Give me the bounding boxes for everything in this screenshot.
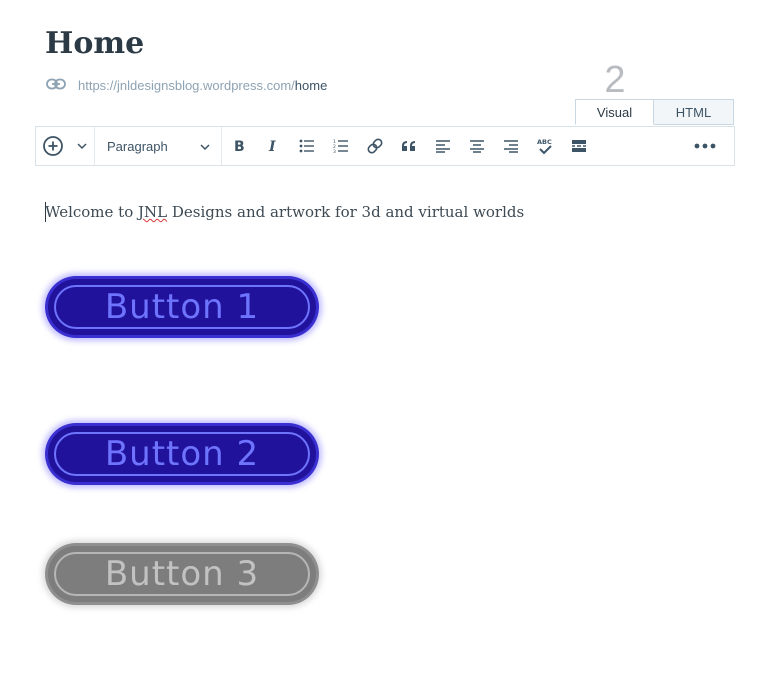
format-select[interactable]: Paragraph — [95, 127, 221, 165]
spellcheck-icon[interactable]: ABC — [528, 127, 562, 165]
format-select-value: Paragraph — [107, 138, 168, 154]
link-icon[interactable] — [358, 127, 392, 165]
editor-paragraph[interactable]: Welcome to JNL Designs and artwork for 3… — [45, 200, 524, 224]
numbered-list-icon[interactable]: 1 2 3 — [324, 127, 358, 165]
permalink-base[interactable]: https://jnldesignsblog.wordpress.com/ — [78, 78, 295, 93]
more-icon[interactable] — [676, 127, 734, 165]
image-label: Button 3 — [104, 554, 260, 594]
post-title[interactable]: Home — [45, 24, 144, 64]
image-label: Button 1 — [104, 287, 260, 327]
align-right-icon[interactable] — [494, 127, 528, 165]
editor-mode-tabs: Visual HTML — [575, 99, 734, 125]
italic-icon[interactable]: I — [256, 127, 290, 165]
svg-text:3: 3 — [333, 149, 336, 153]
tab-html[interactable]: HTML — [654, 99, 734, 125]
svg-text:B: B — [234, 139, 245, 153]
tab-visual[interactable]: Visual — [575, 99, 654, 125]
permalink[interactable]: https://jnldesignsblog.wordpress.com/hom… — [46, 74, 327, 96]
link-icon — [46, 77, 68, 93]
read-more-icon[interactable] — [562, 127, 596, 165]
editor-toolbar: Paragraph B I 1 2 3 ABC — [35, 126, 735, 166]
paragraph-text: Welcome to — [45, 203, 138, 221]
chevron-down-icon — [199, 139, 211, 154]
word-count: 2 — [604, 59, 626, 101]
svg-text:I: I — [268, 139, 276, 153]
svg-text:ABC: ABC — [537, 138, 552, 146]
align-center-icon[interactable] — [460, 127, 494, 165]
button-1-image[interactable]: Button 1 — [48, 279, 316, 335]
post-editor: Home https://jnldesignsblog.wordpress.co… — [0, 0, 771, 676]
align-left-icon[interactable] — [426, 127, 460, 165]
button-2-image[interactable]: Button 2 — [48, 426, 316, 482]
blockquote-icon[interactable] — [392, 127, 426, 165]
formatting-buttons: B I 1 2 3 ABC — [222, 127, 596, 165]
image-label: Button 2 — [104, 434, 260, 474]
bulleted-list-icon[interactable] — [290, 127, 324, 165]
bold-icon[interactable]: B — [222, 127, 256, 165]
add-block-icon[interactable] — [36, 127, 70, 165]
chevron-down-icon[interactable] — [70, 127, 94, 165]
paragraph-text: Designs and artwork for 3d and virtual w… — [167, 203, 525, 221]
button-3-image[interactable]: Button 3 — [48, 546, 316, 602]
misspelled-word[interactable]: JNL — [138, 203, 167, 221]
permalink-slug[interactable]: home — [295, 78, 328, 93]
